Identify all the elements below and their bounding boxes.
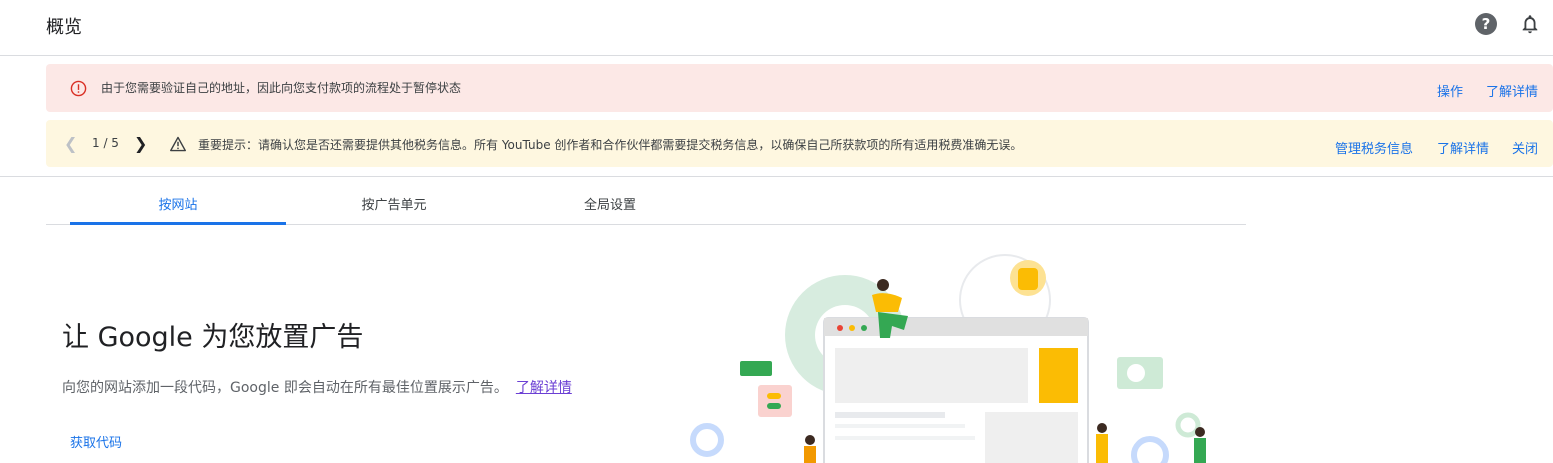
notice-learn-more-link[interactable]: 了解详情 [1437, 138, 1489, 157]
payment-hold-alert: 由于您需要验证自己的地址，因此向您支付款项的流程处于暂停状态 操作 了解详情 [46, 64, 1553, 112]
chevron-right-icon[interactable]: ❯ [134, 134, 147, 153]
tab-by-ad-unit[interactable]: 按广告单元 [286, 194, 502, 213]
tax-notice-banner: ❮ 1 / 5 ❯ 重要提示：请确认您是否还需要提供其他税务信息。所有 YouT… [46, 120, 1553, 167]
top-bar: 概览 ? [0, 0, 1553, 56]
hero-description: 向您的网站添加一段代码，Google 即会自动在所有最佳位置展示广告。 了解详情 [62, 377, 572, 397]
coin-stack-illustration [1010, 260, 1046, 296]
notice-message: 重要提示：请确认您是否还需要提供其他税务信息。所有 YouTube 创作者和合作… [198, 138, 1023, 152]
hero-description-text: 向您的网站添加一段代码，Google 即会自动在所有最佳位置展示广告。 [62, 380, 508, 396]
error-icon [70, 80, 87, 97]
manage-tax-info-link[interactable]: 管理税务信息 [1335, 138, 1413, 157]
page-title: 概览 [46, 17, 82, 38]
get-code-button[interactable]: 获取代码 [70, 432, 122, 451]
browser-window-illustration [823, 317, 1089, 463]
tab-global-settings[interactable]: 全局设置 [502, 194, 718, 213]
warning-icon [170, 136, 186, 152]
alert-message: 由于您需要验证自己的地址，因此向您支付款项的流程处于暂停状态 [101, 81, 462, 95]
bell-icon[interactable] [1519, 12, 1541, 36]
notice-pager: 1 / 5 [92, 136, 119, 150]
hero-learn-more-link[interactable]: 了解详情 [516, 380, 572, 396]
tab-bar: 按网站 按广告单元 全局设置 [46, 177, 1246, 225]
tab-by-site[interactable]: 按网站 [70, 194, 286, 213]
alert-action-link[interactable]: 操作 [1437, 81, 1463, 100]
auto-ads-illustration [690, 254, 1206, 463]
hero-title: 让 Google 为您放置广告 [62, 322, 364, 353]
help-icon[interactable]: ? [1475, 13, 1497, 35]
chevron-left-icon[interactable]: ❮ [64, 134, 77, 153]
alert-learn-more-link[interactable]: 了解详情 [1486, 81, 1538, 100]
notice-close-link[interactable]: 关闭 [1512, 138, 1538, 157]
active-tab-indicator [70, 222, 286, 225]
